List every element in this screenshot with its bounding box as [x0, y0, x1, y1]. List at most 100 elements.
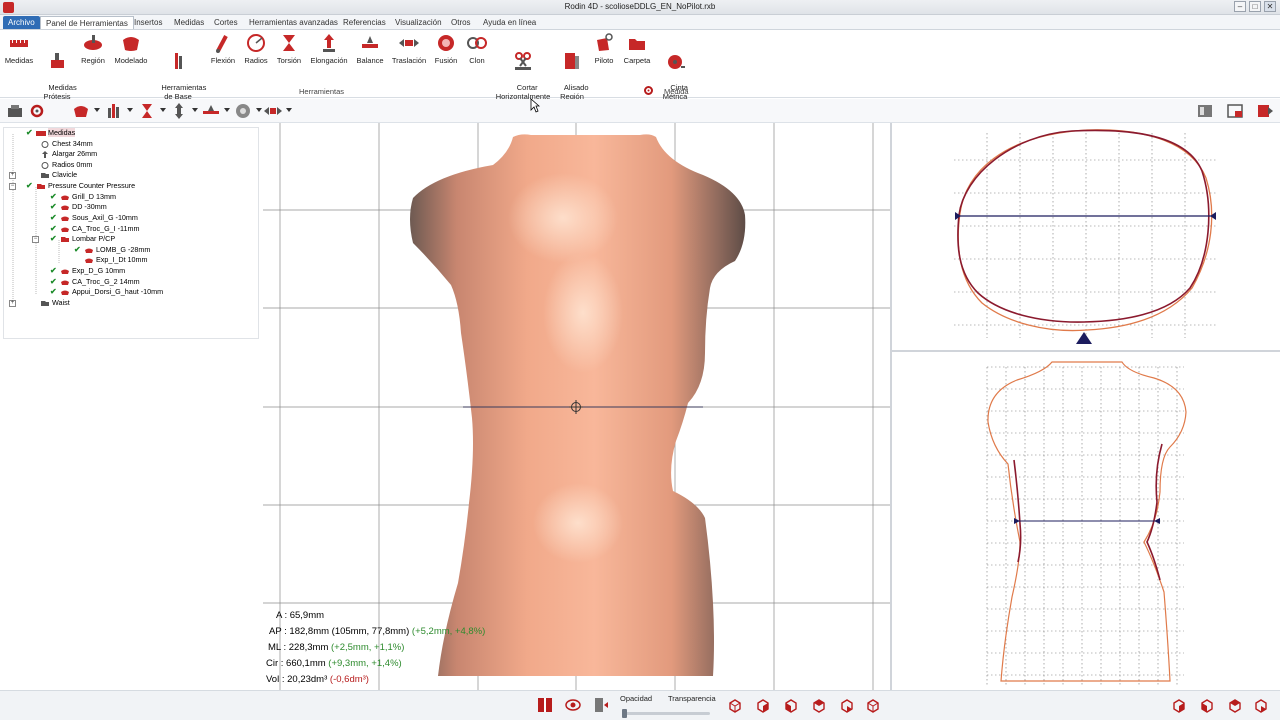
piloto-button[interactable]: Piloto — [591, 32, 617, 65]
opacity-slider-knob[interactable] — [622, 709, 627, 718]
medidas-button[interactable]: Medidas — [4, 32, 34, 65]
modeling-icon — [61, 290, 69, 295]
torsion-icon — [283, 35, 295, 51]
settings-gear-icon[interactable] — [643, 85, 654, 96]
tab-visualizacion[interactable]: Visualización — [390, 16, 447, 29]
view-cube-iso-2-icon[interactable] — [1200, 699, 1214, 713]
view-split-icon[interactable] — [537, 697, 553, 713]
tree-item-chest[interactable]: Chest 34mm — [38, 139, 93, 149]
tree-item-grill-d[interactable]: ✔ Grill_D 13mm — [50, 192, 116, 202]
section-view[interactable] — [892, 123, 1280, 351]
tab-cortes[interactable]: Cortes — [209, 16, 243, 29]
tab-ayuda[interactable]: Ayuda en línea — [478, 16, 541, 29]
folder-icon — [41, 172, 49, 178]
tree-item-alargar[interactable]: Alargar 26mm — [38, 149, 97, 159]
tape-measure-icon — [668, 55, 685, 69]
torsion-tool-icon[interactable] — [138, 102, 156, 120]
layer-icon[interactable] — [592, 697, 608, 713]
collapse-lombar-toggle[interactable]: − — [32, 236, 39, 243]
ribbon: Medidas Medidas Prótesis Región Modelado… — [0, 30, 1280, 101]
main-3d-viewport[interactable] — [263, 123, 890, 690]
tree-item-exp-i-dt[interactable]: Exp_I_Dt 10mm — [74, 255, 148, 265]
tree-item-radios[interactable]: Radios 0mm — [38, 160, 92, 170]
view-cube-front-icon[interactable] — [728, 699, 742, 713]
carpeta-button[interactable]: Carpeta — [620, 32, 654, 65]
tree-item-lomb-g[interactable]: ✔ LOMB_G -28mm — [74, 245, 150, 255]
maximize-button[interactable]: □ — [1249, 1, 1261, 12]
view-cube-iso-1-icon[interactable] — [1172, 699, 1186, 713]
elongacion-button[interactable]: Elongación — [308, 32, 350, 65]
view-cube-back-icon[interactable] — [756, 699, 770, 713]
tab-herramientas-avanzadas[interactable]: Herramientas avanzadas — [244, 16, 343, 29]
view-cube-iso-4-icon[interactable] — [1254, 699, 1268, 713]
torso-tool-dropdown[interactable] — [94, 108, 100, 112]
opacity-slider[interactable] — [622, 709, 710, 718]
torso-tool-icon[interactable] — [72, 102, 90, 120]
tree-item-pressure[interactable]: ✔ Pressure Counter Pressure — [26, 181, 135, 191]
prosthesis-measures-icon — [51, 53, 64, 68]
fusion-tool-icon[interactable] — [234, 102, 252, 120]
front-marker-icon[interactable] — [1076, 332, 1092, 344]
tree-item-sous-axil[interactable]: ✔ Sous_Axil_G -10mm — [50, 213, 138, 223]
view-cube-iso-3-icon[interactable] — [1228, 699, 1242, 713]
capture-icon[interactable] — [6, 102, 24, 120]
window-layout-icon[interactable] — [1226, 102, 1244, 120]
measurement-readout: A : 65,9mm AP : 182,8mm (105mm, 77,8mm) … — [266, 608, 566, 688]
elongation-tool-dropdown[interactable] — [192, 108, 198, 112]
measure-cir: Cir : 660,1mm (+9,3mm, +1,4%) — [266, 658, 402, 669]
translation-tool-icon[interactable] — [264, 102, 282, 120]
tree-item-waist[interactable]: Waist — [38, 298, 70, 308]
tab-panel-herramientas[interactable]: Panel de Herramientas — [40, 16, 134, 29]
balance-tool-icon[interactable] — [202, 102, 220, 120]
tab-archivo[interactable]: Archivo — [3, 16, 40, 29]
torsion-button[interactable]: Torsión — [274, 32, 304, 65]
balance-icon — [362, 36, 378, 48]
clon-button[interactable]: Clon — [463, 32, 491, 65]
expand-clavicle-toggle[interactable]: + — [9, 172, 16, 179]
export-icon[interactable] — [1256, 102, 1274, 120]
balance-tool-dropdown[interactable] — [224, 108, 230, 112]
tab-medidas[interactable]: Medidas — [169, 16, 209, 29]
elongation-icon — [323, 34, 335, 52]
region-icon — [84, 35, 102, 50]
traslacion-button[interactable]: Traslación — [389, 32, 429, 65]
modelado-button[interactable]: Modelado — [112, 32, 150, 65]
tree-item-medidas[interactable]: ✔ Medidas — [26, 128, 76, 138]
tab-otros[interactable]: Otros — [446, 16, 476, 29]
tree-item-clavicle[interactable]: Clavicle — [38, 170, 77, 180]
translation-tool-dropdown[interactable] — [286, 108, 292, 112]
modeling-icon — [61, 280, 69, 285]
torsion-tool-dropdown[interactable] — [160, 108, 166, 112]
tree-item-appui-dorsi[interactable]: ✔ Appui_Dorsi_G_haut -10mm — [50, 287, 163, 297]
profile-view[interactable] — [892, 352, 1280, 690]
tree-item-ca-troc-g-2[interactable]: ✔ CA_Troc_G_2 14mm — [50, 277, 140, 287]
fusion-button[interactable]: Fusión — [432, 32, 460, 65]
radios-button[interactable]: Radios — [241, 32, 271, 65]
expand-waist-toggle[interactable]: + — [9, 300, 16, 307]
minimize-button[interactable]: – — [1234, 1, 1246, 12]
tools-panel-icon[interactable] — [1196, 102, 1214, 120]
close-button[interactable]: ✕ — [1264, 1, 1276, 12]
tree-item-dd[interactable]: ✔ DD -30mm — [50, 202, 107, 212]
view-cube-left-icon[interactable] — [784, 699, 798, 713]
align-tool-dropdown[interactable] — [127, 108, 133, 112]
view-cube-right-icon[interactable] — [812, 699, 826, 713]
tab-insertos[interactable]: Insertos — [129, 16, 167, 29]
region-button[interactable]: Región — [79, 32, 107, 65]
balance-button[interactable]: Balance — [354, 32, 386, 65]
eye-icon[interactable] — [565, 697, 581, 713]
view-cube-bottom-icon[interactable] — [866, 699, 880, 713]
gear-icon[interactable] — [28, 102, 46, 120]
elongation-tool-icon[interactable] — [170, 102, 188, 120]
fusion-tool-dropdown[interactable] — [256, 108, 262, 112]
window-title: Rodin 4D - scolioseDDLG_EN_NoPilot.rxb — [564, 2, 716, 11]
collapse-pressure-toggle[interactable]: − — [9, 183, 16, 190]
tree-item-exp-d-g[interactable]: ✔ Exp_D_G 10mm — [50, 266, 125, 276]
right-arrow-icon — [1210, 212, 1216, 220]
view-cube-top-icon[interactable] — [840, 699, 854, 713]
align-tool-icon[interactable] — [105, 102, 123, 120]
tree-item-ca-troc-g-i[interactable]: ✔ CA_Troc_G_I -11mm — [50, 224, 140, 234]
tab-referencias[interactable]: Referencias — [338, 16, 391, 29]
flexion-button[interactable]: Flexión — [208, 32, 238, 65]
tree-item-lombar[interactable]: ✔ Lombar P/CP — [50, 234, 115, 244]
